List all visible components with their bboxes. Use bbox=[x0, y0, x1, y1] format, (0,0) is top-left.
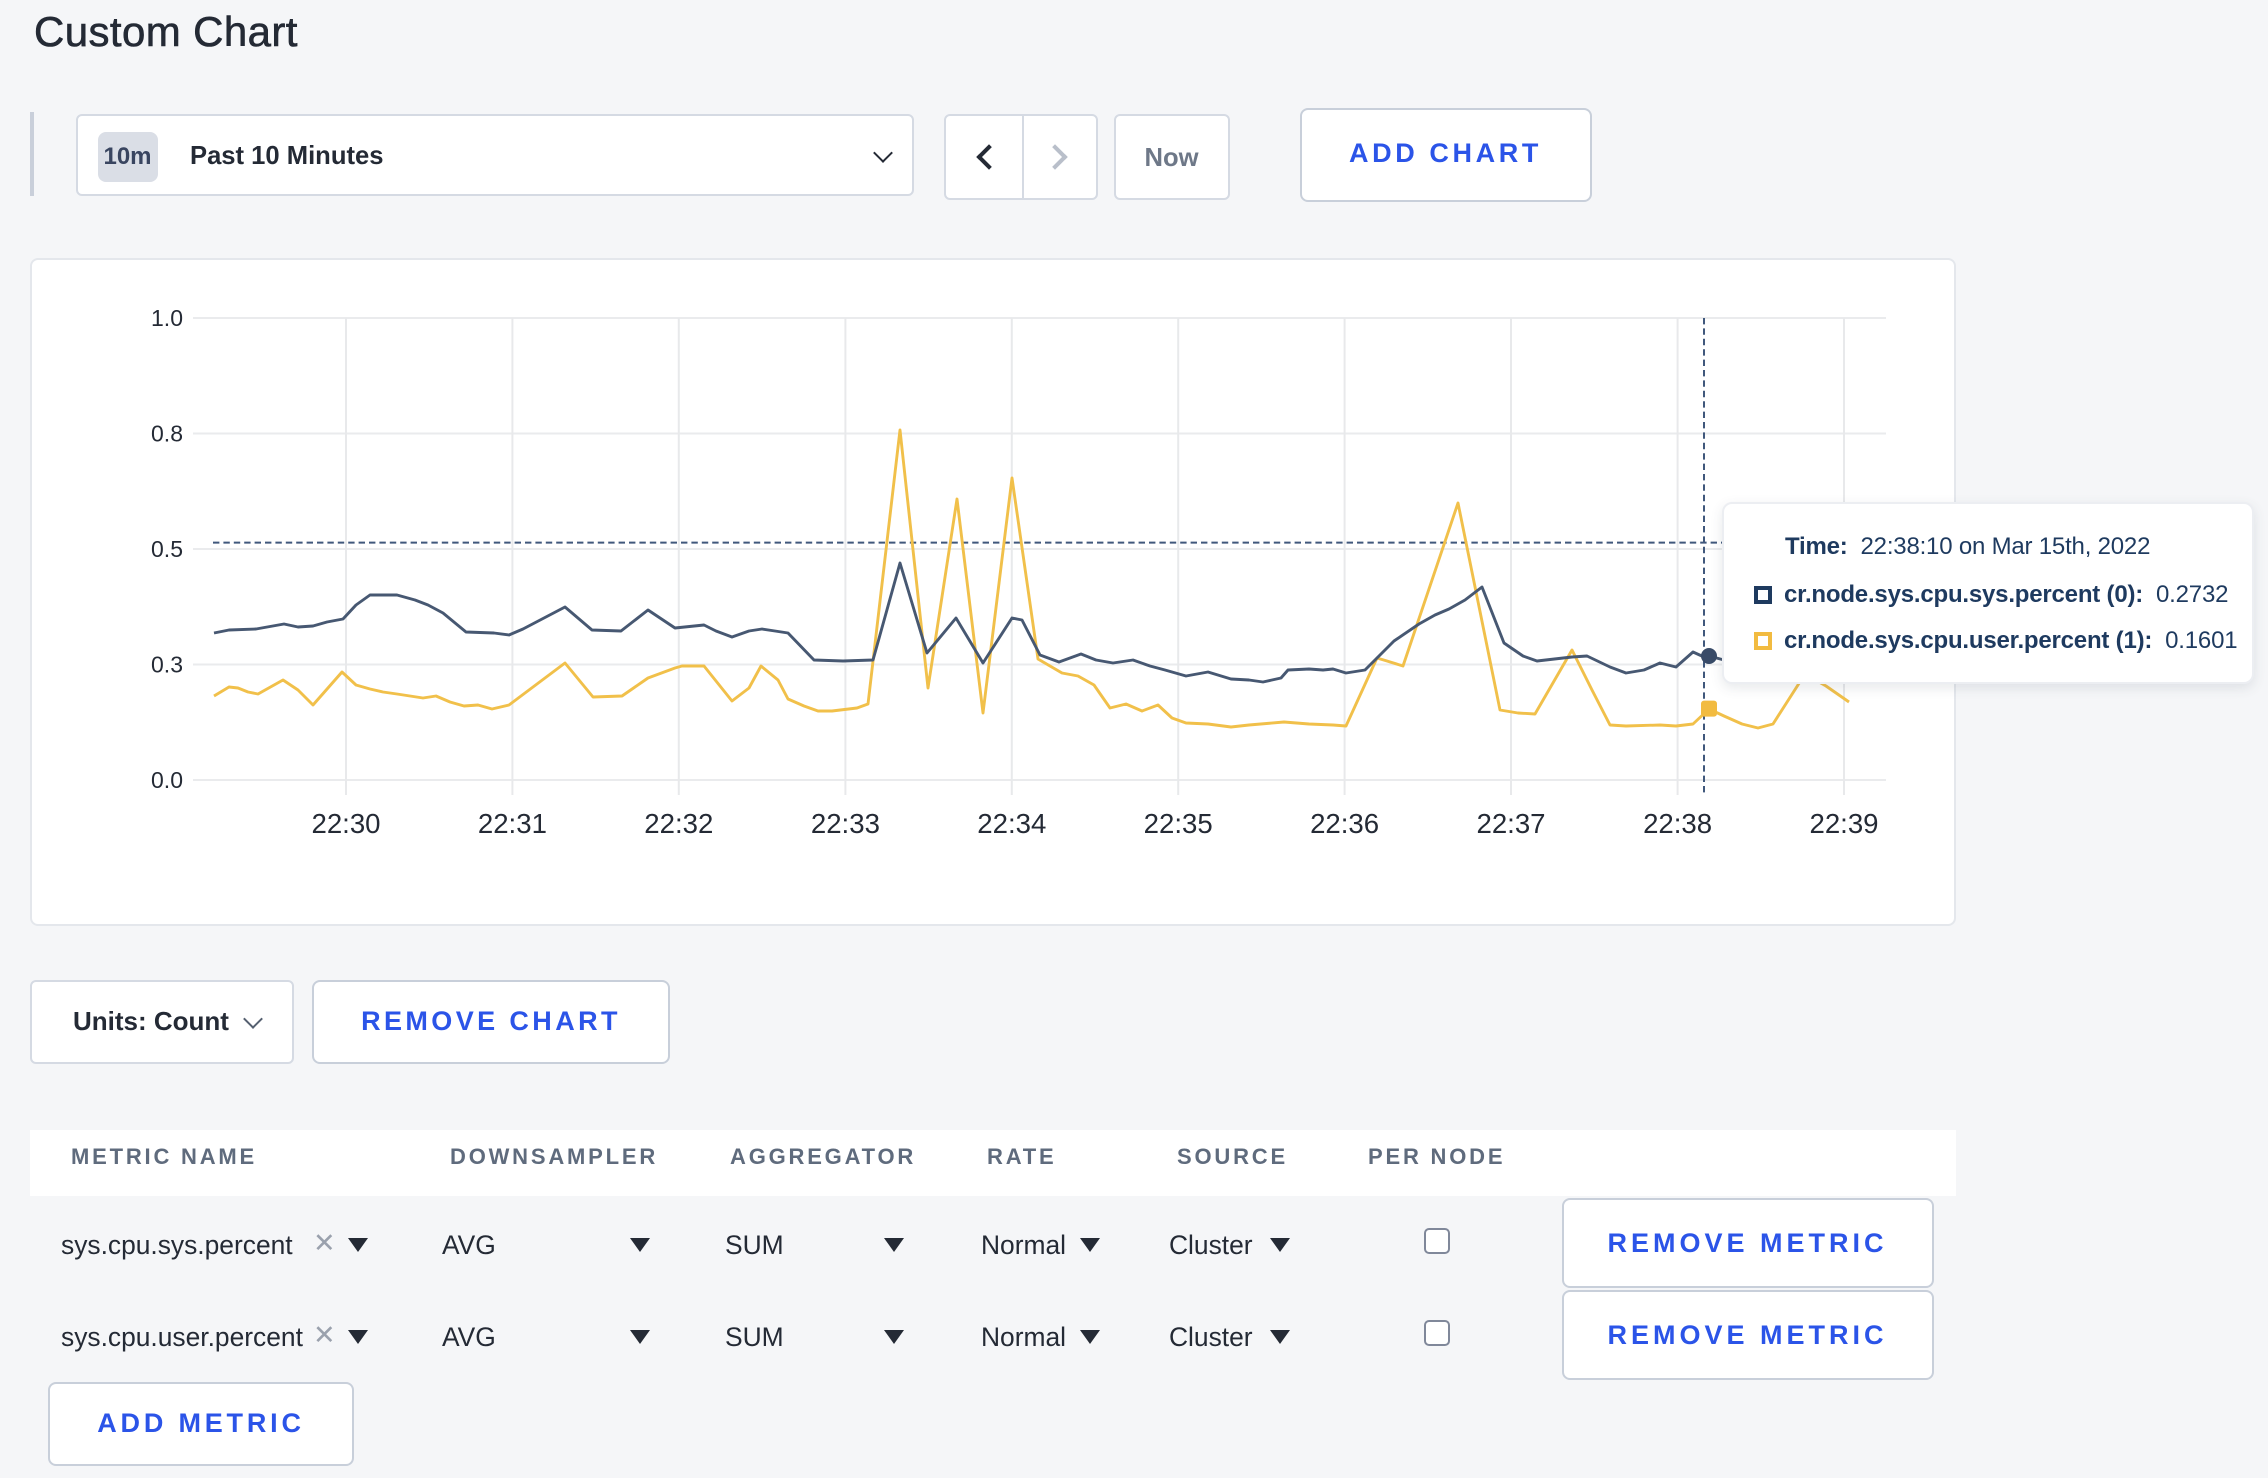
svg-text:22:38: 22:38 bbox=[1643, 808, 1712, 839]
svg-text:22:34: 22:34 bbox=[977, 808, 1046, 839]
svg-text:22:39: 22:39 bbox=[1809, 808, 1878, 839]
svg-text:22:31: 22:31 bbox=[478, 808, 547, 839]
svg-text:22:36: 22:36 bbox=[1310, 808, 1379, 839]
svg-text:0.8: 0.8 bbox=[151, 421, 183, 447]
svg-text:1.0: 1.0 bbox=[151, 305, 183, 331]
svg-text:22:33: 22:33 bbox=[811, 808, 880, 839]
svg-text:0.3: 0.3 bbox=[151, 651, 183, 677]
svg-text:22:37: 22:37 bbox=[1476, 808, 1545, 839]
svg-text:0.0: 0.0 bbox=[151, 767, 183, 793]
svg-text:22:35: 22:35 bbox=[1144, 808, 1213, 839]
svg-text:0.5: 0.5 bbox=[151, 536, 183, 562]
svg-text:22:32: 22:32 bbox=[644, 808, 713, 839]
svg-text:22:30: 22:30 bbox=[311, 808, 380, 839]
